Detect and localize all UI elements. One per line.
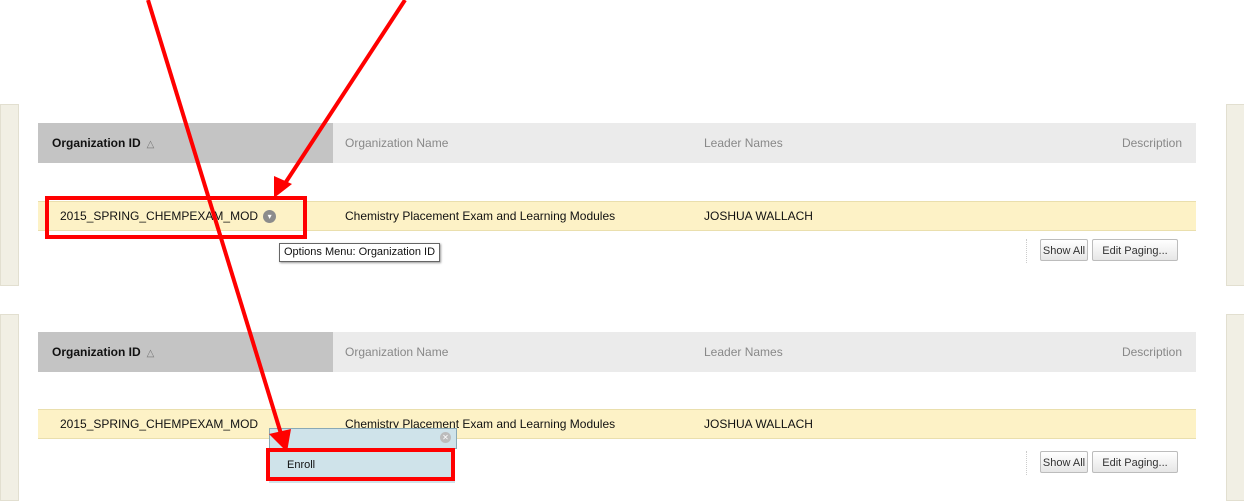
annotation-arrow [146,0,284,438]
annotation-arrow [280,0,407,190]
annotation-arrows [146,0,407,452]
arrowhead-icon [269,429,291,452]
